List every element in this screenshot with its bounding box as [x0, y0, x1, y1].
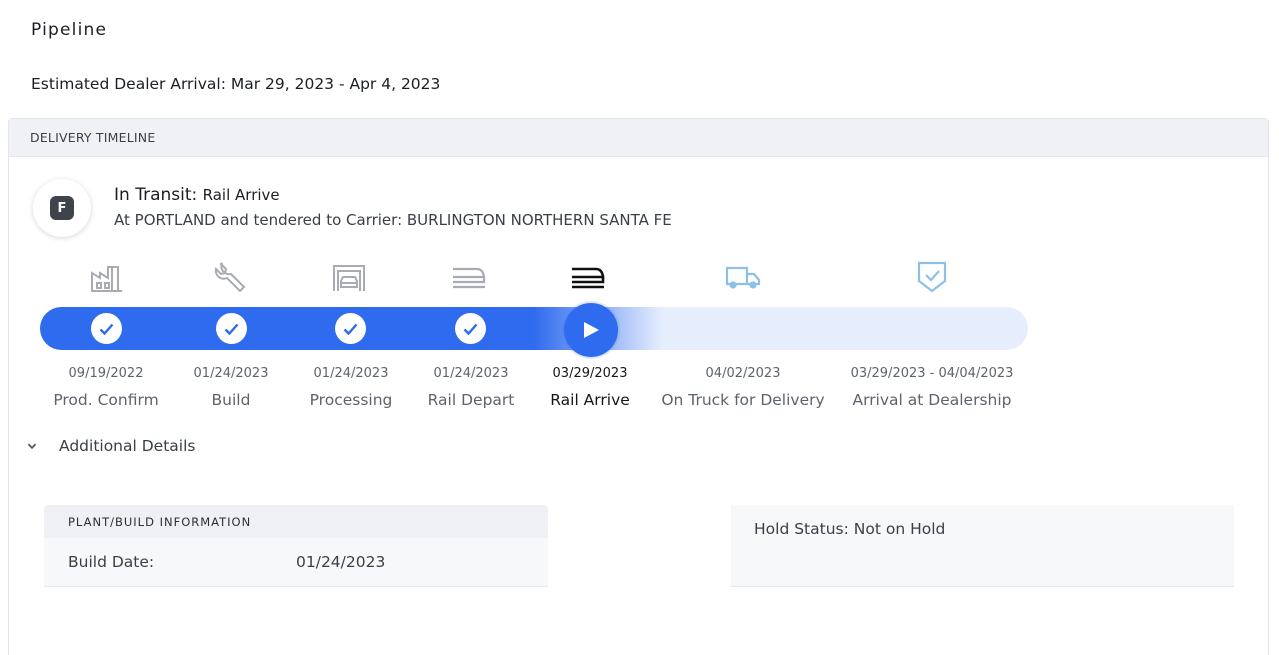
progress-track [40, 307, 1028, 350]
check-icon [99, 323, 114, 335]
build-date-value: 01/24/2023 [296, 553, 386, 571]
shield-check-icon [912, 259, 952, 295]
page-title: Pipeline [31, 20, 108, 40]
status-label: In Transit: [114, 185, 198, 205]
additional-details-label: Additional Details [59, 437, 196, 455]
delivery-timeline-header: DELIVERY TIMELINE [9, 119, 1268, 157]
stage-complete-check [91, 313, 122, 344]
status-description: At PORTLAND and tendered to Carrier: BUR… [114, 211, 672, 229]
status-stage: Rail Arrive [202, 186, 280, 204]
brand-logo-icon: F [50, 196, 74, 220]
train-icon [568, 259, 608, 295]
check-icon [224, 323, 239, 335]
stage-complete-check [455, 313, 486, 344]
hold-status: Hold Status: Not on Hold [731, 505, 1234, 587]
estimated-arrival: Estimated Dealer Arrival: Mar 29, 2023 -… [31, 75, 441, 93]
brand-avatar: F [33, 179, 91, 237]
play-icon [584, 322, 599, 338]
stage-name: Arrival at Dealership [852, 391, 1012, 409]
wrench-icon [210, 259, 250, 295]
chevron-down-icon [27, 443, 37, 450]
stage-date: 04/02/2023 [705, 366, 781, 381]
truck-icon [723, 259, 763, 295]
train-icon [449, 259, 489, 295]
transit-status: In Transit: Rail Arrive [114, 185, 280, 205]
car-garage-icon [329, 259, 369, 295]
factory-icon [87, 259, 127, 295]
stage-complete-check [335, 313, 366, 344]
current-stage-marker [564, 303, 618, 357]
check-icon [463, 323, 478, 335]
delivery-timeline-card: DELIVERY TIMELINE F In Transit: Rail Arr… [8, 118, 1269, 655]
plant-build-header: PLANT/BUILD INFORMATION [44, 505, 548, 538]
stage-date: 03/29/2023 - 04/04/2023 [850, 366, 1014, 381]
build-date-label: Build Date: [68, 553, 155, 571]
stage-complete-check [216, 313, 247, 344]
plant-build-info: PLANT/BUILD INFORMATION Build Date: 01/2… [44, 505, 548, 587]
check-icon [343, 323, 358, 335]
stage-name: On Truck for Delivery [661, 391, 825, 409]
additional-details-toggle[interactable]: Additional Details [26, 437, 195, 455]
build-date-row: Build Date: 01/24/2023 [44, 538, 548, 587]
